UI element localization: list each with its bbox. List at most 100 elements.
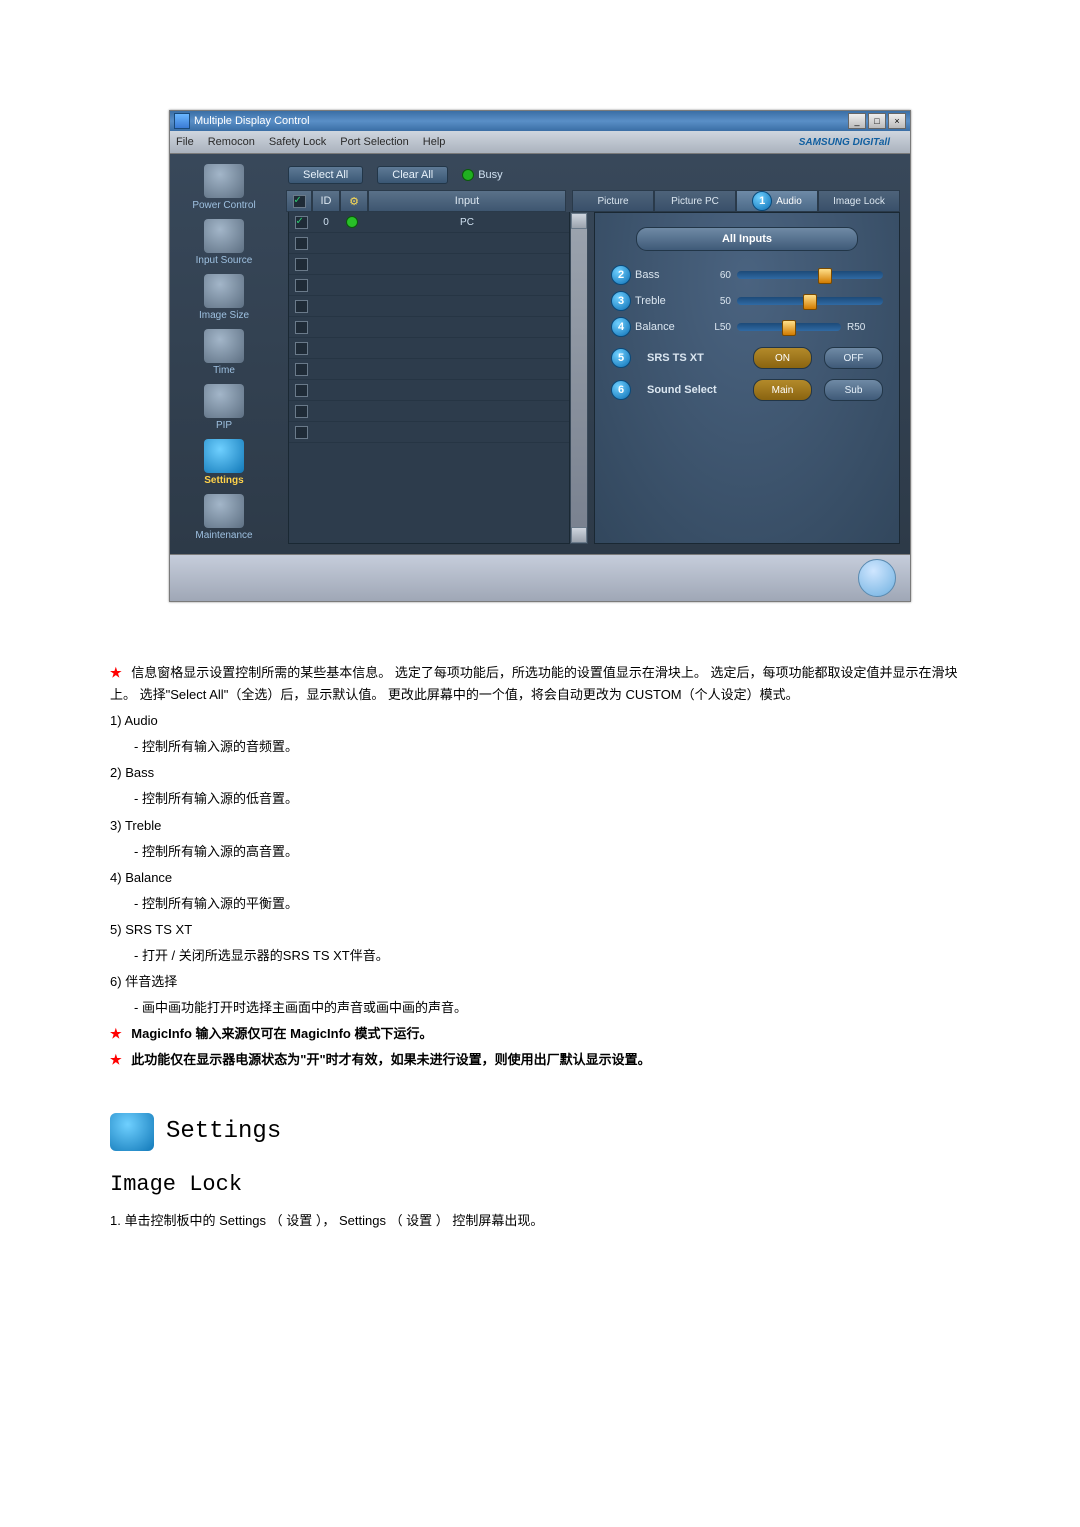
checkbox-icon[interactable] <box>295 216 308 229</box>
checkbox-icon[interactable] <box>295 342 308 355</box>
checkbox-icon[interactable] <box>295 258 308 271</box>
treble-slider[interactable] <box>737 297 883 305</box>
checkbox-icon[interactable] <box>295 363 308 376</box>
menubar: File Remocon Safety Lock Port Selection … <box>170 131 910 154</box>
slider-thumb[interactable] <box>782 320 796 336</box>
close-button[interactable]: × <box>888 113 906 129</box>
slider-thumb[interactable] <box>803 294 817 310</box>
sidebar-item-pip[interactable]: PIP <box>180 382 268 435</box>
sidebar-item-settings[interactable]: Settings <box>180 437 268 490</box>
checkbox-icon[interactable] <box>295 405 308 418</box>
scrollbar[interactable] <box>570 212 588 544</box>
table-row[interactable] <box>289 338 569 359</box>
table-row[interactable] <box>289 401 569 422</box>
checkbox-icon[interactable] <box>295 300 308 313</box>
table-row[interactable] <box>289 317 569 338</box>
col-status: ⚙ <box>340 190 368 212</box>
bass-label: Bass <box>635 269 697 281</box>
settings-section-icon <box>110 1113 154 1151</box>
sidebar-item-power-control[interactable]: Power Control <box>180 162 268 215</box>
item-2: 2) Bass <box>110 762 970 784</box>
balance-value-right: R50 <box>847 322 877 333</box>
titlebar: Multiple Display Control _ □ × <box>170 111 910 131</box>
badge-6: 6 <box>611 380 631 400</box>
sidebar-item-image-size[interactable]: Image Size <box>180 272 268 325</box>
select-all-button[interactable]: Select All <box>288 166 363 184</box>
srs-on-button[interactable]: ON <box>753 347 812 369</box>
srs-label: SRS TS XT <box>647 352 741 364</box>
balance-slider[interactable] <box>737 323 841 331</box>
sidebar-item-input-source[interactable]: Input Source <box>180 217 268 270</box>
col-checkbox[interactable] <box>286 190 312 212</box>
checkbox-icon[interactable] <box>295 426 308 439</box>
image-size-icon <box>204 274 244 308</box>
note-1: ★ MagicInfo 输入来源仅可在 MagicInfo 模式下运行。 <box>110 1023 970 1045</box>
item-4-desc: - 控制所有输入源的平衡置。 <box>110 893 970 915</box>
treble-value: 50 <box>697 296 731 307</box>
input-source-icon <box>204 219 244 253</box>
info-icon <box>858 559 896 597</box>
treble-label: Treble <box>635 295 697 307</box>
input-dropdown[interactable]: All Inputs <box>636 227 858 251</box>
table-row[interactable] <box>289 275 569 296</box>
scroll-down-icon[interactable] <box>571 527 587 543</box>
maintenance-icon <box>204 494 244 528</box>
menu-file[interactable]: File <box>176 136 194 148</box>
tab-image-lock[interactable]: Image Lock <box>818 190 900 212</box>
table-row[interactable]: 0 PC <box>289 212 569 233</box>
scroll-track[interactable] <box>571 229 587 527</box>
note-2-text: 此功能仅在显示器电源状态为"开"时才有效，如果未进行设置，则使用出厂默认显示设置… <box>131 1052 650 1067</box>
title-text: Multiple Display Control <box>194 115 310 127</box>
treble-row: 3 Treble 50 <box>611 291 883 311</box>
item-5: 5) SRS TS XT <box>110 919 970 941</box>
srs-off-button[interactable]: OFF <box>824 347 883 369</box>
table-row[interactable] <box>289 380 569 401</box>
balance-label: Balance <box>635 321 697 333</box>
sidebar: Power Control Input Source Image Size Ti… <box>170 154 278 554</box>
tab-label: Picture <box>597 196 628 207</box>
menu-help[interactable]: Help <box>423 136 446 148</box>
table-row[interactable] <box>289 359 569 380</box>
header-row: ID ⚙ Input Picture Picture PC <box>286 190 900 212</box>
sidebar-item-maintenance[interactable]: Maintenance <box>180 492 268 545</box>
table-row[interactable] <box>289 233 569 254</box>
cell-id: 0 <box>313 217 339 228</box>
toolbar: Select All Clear All Busy <box>288 166 900 184</box>
tab-picture[interactable]: Picture <box>572 190 654 212</box>
scroll-up-icon[interactable] <box>571 213 587 229</box>
sidebar-item-label: Input Source <box>196 255 253 266</box>
badge-2: 2 <box>611 265 631 285</box>
table-row[interactable] <box>289 254 569 275</box>
subsection-desc: 1. 单击控制板中的 Settings （ 设置 ）， Settings （ 设… <box>110 1210 970 1232</box>
menu-port-selection[interactable]: Port Selection <box>340 136 408 148</box>
document-body: ★ 信息窗格显示设置控制所需的某些基本信息。 选定了每项功能后，所选功能的设置值… <box>110 662 970 1232</box>
maximize-button[interactable]: □ <box>868 113 886 129</box>
checkbox-icon[interactable] <box>295 279 308 292</box>
subsection-title: Image Lock <box>110 1166 970 1203</box>
sidebar-item-time[interactable]: Time <box>180 327 268 380</box>
busy-indicator: Busy <box>462 169 502 181</box>
checkbox-icon[interactable] <box>295 321 308 334</box>
tab-picture-pc[interactable]: Picture PC <box>654 190 736 212</box>
slider-thumb[interactable] <box>818 268 832 284</box>
note-2: ★ 此功能仅在显示器电源状态为"开"时才有效，如果未进行设置，则使用出厂默认显示… <box>110 1049 970 1071</box>
minimize-button[interactable]: _ <box>848 113 866 129</box>
sound-main-button[interactable]: Main <box>753 379 812 401</box>
checkbox-icon[interactable] <box>295 237 308 250</box>
clear-all-button[interactable]: Clear All <box>377 166 448 184</box>
col-id: ID <box>312 190 340 212</box>
section-title: Settings <box>166 1112 281 1153</box>
tab-audio[interactable]: 1 Audio <box>736 190 818 212</box>
menu-safety-lock[interactable]: Safety Lock <box>269 136 326 148</box>
sound-sub-button[interactable]: Sub <box>824 379 883 401</box>
status-dot-icon <box>346 216 358 228</box>
sound-select-row: 6 Sound Select Main Sub <box>611 379 883 401</box>
bass-slider[interactable] <box>737 271 883 279</box>
checkbox-icon[interactable] <box>295 384 308 397</box>
busy-label: Busy <box>478 169 502 181</box>
table-row[interactable] <box>289 422 569 443</box>
table-row[interactable] <box>289 296 569 317</box>
badge-3: 3 <box>611 291 631 311</box>
menu-remocon[interactable]: Remocon <box>208 136 255 148</box>
section-header: Settings <box>110 1112 970 1153</box>
